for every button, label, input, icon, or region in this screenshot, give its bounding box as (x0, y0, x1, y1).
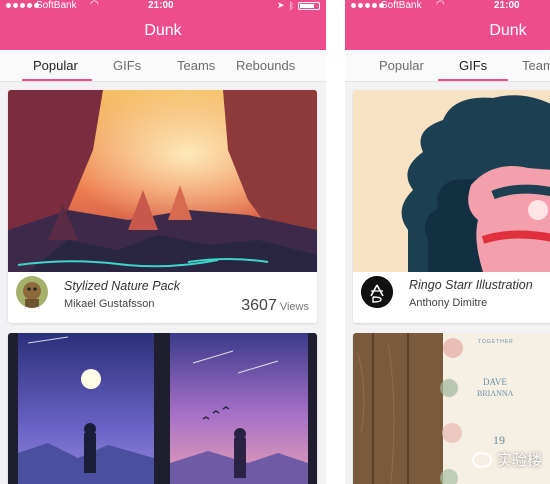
tab-popular[interactable]: Popular (33, 58, 78, 73)
views-number: 3607 (241, 297, 277, 314)
watermark-text: 实验楼 (496, 452, 542, 469)
signal-dots-icon (6, 3, 39, 8)
author-avatar[interactable] (361, 276, 393, 308)
tab-rebounds[interactable]: Rebounds (236, 58, 295, 73)
tab-gifs[interactable]: GIFs (113, 58, 141, 73)
shot-artwork-night[interactable] (8, 333, 317, 484)
shot-card[interactable] (8, 333, 317, 484)
shot-artwork-nature[interactable] (8, 90, 317, 272)
carrier-label: SoftBank (381, 0, 422, 11)
active-tab-indicator (438, 79, 508, 81)
app-title: Dunk (489, 22, 527, 39)
app-header: SoftBank ◠ 21:00 Dunk (345, 0, 550, 50)
phone-screen-gifs: SoftBank ◠ 21:00 Dunk Popular GIFs Team (345, 0, 550, 484)
app-header: SoftBank ◠ 21:00 ➤ ᛒ Dunk (0, 0, 326, 50)
watermark: 实验楼 (471, 449, 542, 470)
shot-title[interactable]: Stylized Nature Pack (64, 279, 180, 293)
shot-author[interactable]: Mikael Gustafsson (64, 298, 154, 310)
wedding-card-line1: TOGETHER (478, 339, 514, 345)
shot-artwork-ringo[interactable] (353, 90, 550, 272)
screenshot-stage: SoftBank ◠ 21:00 ➤ ᛒ Dunk Popular GIFs T… (0, 0, 550, 484)
tab-bar: Popular GIFs Teams Rebounds (0, 50, 326, 82)
wedding-card-date-day: 19 (493, 433, 505, 447)
tab-gifs[interactable]: GIFs (459, 58, 487, 73)
status-time: 21:00 (494, 0, 520, 11)
location-arrow-icon: ➤ (277, 0, 285, 10)
wifi-icon: ◠ (90, 0, 99, 10)
author-avatar[interactable] (16, 276, 48, 308)
views-label: Views (279, 301, 309, 313)
shot-author[interactable]: Anthony Dimitre (409, 297, 487, 309)
views-count: 3607 Views (241, 297, 309, 315)
active-tab-indicator (22, 79, 92, 81)
wedding-card-name-2: BRIANNA (477, 389, 514, 398)
status-bar: SoftBank ◠ 21:00 (345, 0, 550, 14)
status-bar: SoftBank ◠ 21:00 ➤ ᛒ (0, 0, 326, 14)
shot-card[interactable]: Stylized Nature Pack Mikael Gustafsson 3… (8, 90, 317, 323)
wechat-icon (471, 451, 492, 468)
carrier-label: SoftBank (36, 0, 77, 11)
wedding-card-name-1: DAVE (483, 377, 507, 387)
status-time: 21:00 (148, 0, 174, 11)
shot-title[interactable]: Ringo Starr Illustration (409, 278, 533, 292)
status-right-icons: ➤ ᛒ (277, 0, 320, 11)
signal-dots-icon (351, 3, 384, 8)
tab-teams[interactable]: Team (522, 58, 550, 73)
app-title: Dunk (144, 22, 182, 39)
battery-icon (298, 1, 320, 10)
tab-popular[interactable]: Popular (379, 58, 424, 73)
phone-screen-popular: SoftBank ◠ 21:00 ➤ ᛒ Dunk Popular GIFs T… (0, 0, 326, 484)
tab-bar: Popular GIFs Team (345, 50, 550, 82)
bluetooth-icon: ᛒ (288, 0, 294, 11)
tab-teams[interactable]: Teams (177, 58, 215, 73)
shot-card[interactable]: Ringo Starr Illustration Anthony Dimitre (353, 90, 550, 323)
wifi-icon: ◠ (436, 0, 445, 10)
